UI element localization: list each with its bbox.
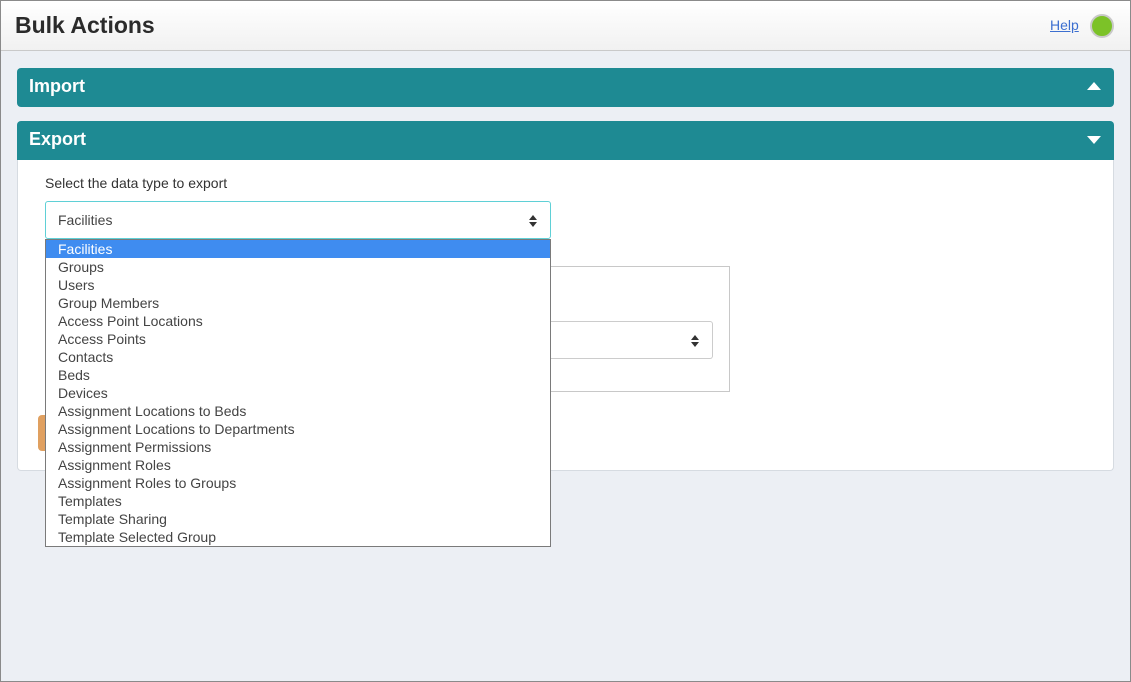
select-arrows-icon [529, 215, 537, 227]
export-panel-title: Export [29, 129, 87, 149]
export-type-select[interactable]: Facilities [45, 201, 551, 239]
dropdown-option-assignment-locations-to-departments[interactable]: Assignment Locations to Departments [46, 420, 550, 438]
dropdown-option-contacts[interactable]: Contacts [46, 348, 550, 366]
help-link[interactable]: Help [1050, 17, 1079, 33]
app-header: Bulk Actions Help [1, 1, 1130, 51]
select-arrows-icon [691, 335, 699, 347]
dropdown-option-access-point-locations[interactable]: Access Point Locations [46, 312, 550, 330]
dropdown-option-facilities[interactable]: Facilities [46, 240, 550, 258]
dropdown-option-template-sharing[interactable]: Template Sharing [46, 510, 550, 528]
dropdown-option-assignment-locations-to-beds[interactable]: Assignment Locations to Beds [46, 402, 550, 420]
chevron-down-icon[interactable] [1087, 136, 1101, 144]
chevron-up-icon[interactable] [1087, 82, 1101, 90]
dropdown-option-devices[interactable]: Devices [46, 384, 550, 402]
export-type-selected-value: Facilities [58, 212, 113, 228]
import-panel-header[interactable]: Import [17, 68, 1114, 107]
import-panel-title: Import [29, 76, 85, 96]
export-panel-header[interactable]: Export [17, 121, 1114, 160]
dropdown-option-assignment-permissions[interactable]: Assignment Permissions [46, 438, 550, 456]
dropdown-option-access-points[interactable]: Access Points [46, 330, 550, 348]
dropdown-option-beds[interactable]: Beds [46, 366, 550, 384]
status-indicator-icon [1090, 14, 1114, 38]
dropdown-option-users[interactable]: Users [46, 276, 550, 294]
export-type-label: Select the data type to export [45, 175, 228, 191]
export-type-dropdown-list[interactable]: Facilities Groups Users Group Members Ac… [45, 239, 551, 547]
dropdown-option-groups[interactable]: Groups [46, 258, 550, 276]
export-option-select[interactable] [541, 321, 713, 359]
dropdown-option-assignment-roles-to-groups[interactable]: Assignment Roles to Groups [46, 474, 550, 492]
dropdown-option-templates[interactable]: Templates [46, 492, 550, 510]
dropdown-option-assignment-roles[interactable]: Assignment Roles [46, 456, 550, 474]
dropdown-option-group-members[interactable]: Group Members [46, 294, 550, 312]
dropdown-option-template-selected-group[interactable]: Template Selected Group [46, 528, 550, 546]
page-title: Bulk Actions [15, 12, 155, 38]
